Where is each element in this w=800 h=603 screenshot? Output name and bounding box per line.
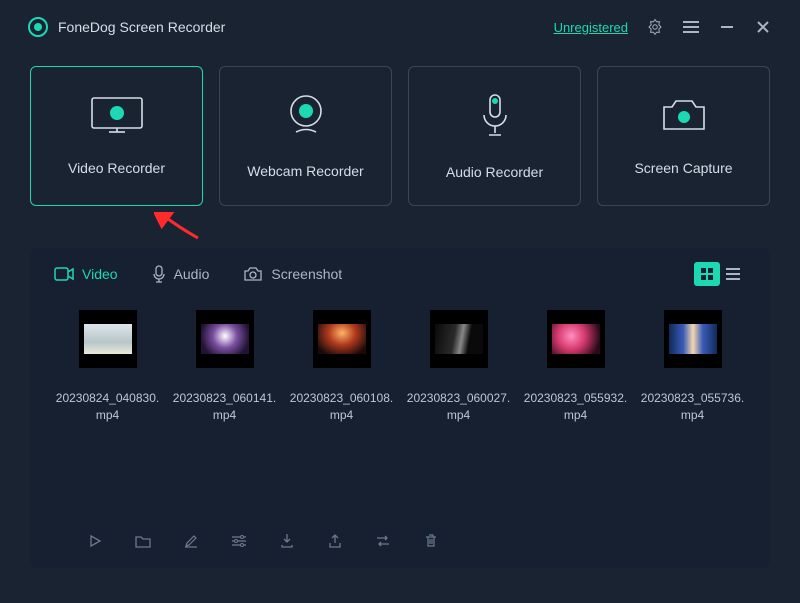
convert-icon[interactable] [374, 532, 392, 550]
recordings-panel: Video Audio Screenshot 20230824_040830.m… [30, 248, 770, 568]
app-title: FoneDog Screen Recorder [58, 19, 225, 35]
list-item[interactable]: 20230823_060027.mp4 [405, 310, 512, 424]
app-logo-icon [28, 17, 48, 37]
mode-screen-capture[interactable]: Screen Capture [597, 66, 770, 206]
folder-icon[interactable] [134, 532, 152, 550]
list-item[interactable]: 20230823_055736.mp4 [639, 310, 746, 424]
share-icon[interactable] [326, 532, 344, 550]
download-icon[interactable] [278, 532, 296, 550]
close-button[interactable] [754, 18, 772, 36]
thumbnail [547, 310, 605, 368]
item-filename: 20230823_055932.mp4 [522, 390, 629, 424]
tab-label: Video [82, 266, 118, 282]
play-icon[interactable] [86, 532, 104, 550]
camera-icon [660, 97, 708, 138]
tab-screenshot[interactable]: Screenshot [243, 266, 342, 282]
file-action-toolbar [54, 524, 746, 554]
item-filename: 20230823_055736.mp4 [639, 390, 746, 424]
tab-audio[interactable]: Audio [152, 265, 210, 283]
mode-label: Video Recorder [68, 160, 165, 176]
list-item[interactable]: 20230823_060108.mp4 [288, 310, 395, 424]
webcam-icon [286, 94, 326, 141]
item-filename: 20230823_060108.mp4 [288, 390, 395, 424]
window-controls: Unregistered [554, 18, 772, 36]
tab-video[interactable]: Video [54, 266, 118, 282]
thumbnail [196, 310, 254, 368]
mode-label: Audio Recorder [446, 164, 543, 180]
tab-label: Audio [174, 266, 210, 282]
recordings-tabs: Video Audio Screenshot [54, 265, 342, 283]
view-toggle [694, 262, 746, 286]
thumbnail [430, 310, 488, 368]
mode-selector-row: Video Recorder Webcam Recorder Audio Rec… [0, 54, 800, 206]
list-item[interactable]: 20230823_060141.mp4 [171, 310, 278, 424]
item-filename: 20230824_040830.mp4 [54, 390, 161, 424]
item-filename: 20230823_060141.mp4 [171, 390, 278, 424]
menu-icon[interactable] [682, 18, 700, 36]
sliders-icon[interactable] [230, 532, 248, 550]
annotation-arrow-icon [154, 212, 202, 242]
thumbnail [664, 310, 722, 368]
microphone-icon [479, 93, 511, 142]
list-view-button[interactable] [720, 262, 746, 286]
list-item[interactable]: 20230823_055932.mp4 [522, 310, 629, 424]
recordings-tabs-row: Video Audio Screenshot [54, 262, 746, 286]
video-recorder-icon [91, 97, 143, 138]
thumbnail [313, 310, 371, 368]
list-item[interactable]: 20230824_040830.mp4 [54, 310, 161, 424]
grid-view-button[interactable] [694, 262, 720, 286]
recordings-list: 20230824_040830.mp4 20230823_060141.mp4 … [54, 310, 746, 424]
trash-icon[interactable] [422, 532, 440, 550]
mode-label: Screen Capture [634, 160, 732, 176]
item-filename: 20230823_060027.mp4 [405, 390, 512, 424]
app-brand: FoneDog Screen Recorder [28, 17, 225, 37]
tab-label: Screenshot [271, 266, 342, 282]
mode-video-recorder[interactable]: Video Recorder [30, 66, 203, 206]
registration-status-link[interactable]: Unregistered [554, 20, 628, 35]
mode-webcam-recorder[interactable]: Webcam Recorder [219, 66, 392, 206]
title-bar: FoneDog Screen Recorder Unregistered [0, 0, 800, 54]
minimize-button[interactable] [718, 18, 736, 36]
mode-label: Webcam Recorder [247, 163, 363, 179]
mode-audio-recorder[interactable]: Audio Recorder [408, 66, 581, 206]
thumbnail [79, 310, 137, 368]
edit-pencil-icon[interactable] [182, 532, 200, 550]
settings-gear-icon[interactable] [646, 18, 664, 36]
